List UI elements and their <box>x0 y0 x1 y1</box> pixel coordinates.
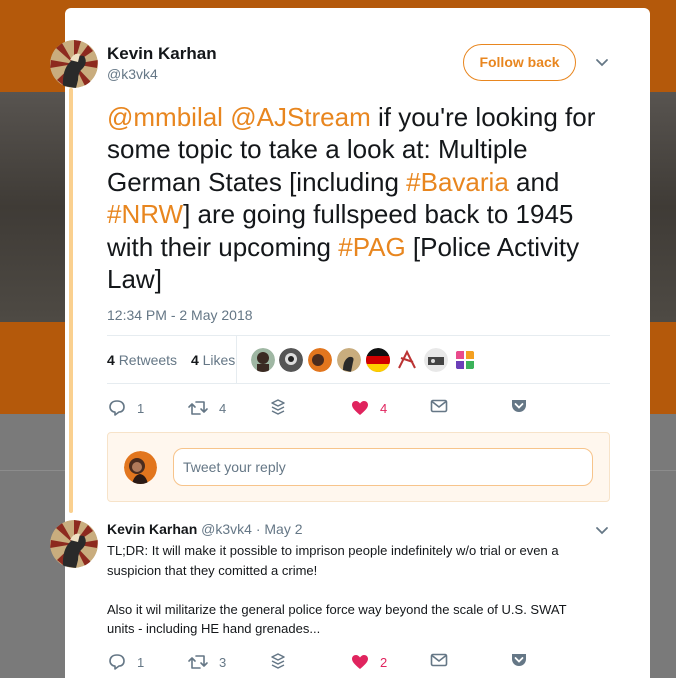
reply-author-name[interactable]: Kevin Karhan <box>107 521 197 537</box>
likes-count: 4 <box>190 352 199 368</box>
pocket-icon <box>512 400 526 412</box>
tweet-timestamp[interactable]: 12:34 PM - 2 May 2018 <box>107 307 253 323</box>
retweet-icon <box>188 401 208 415</box>
liker-avatar-7[interactable] <box>424 348 448 372</box>
liker-avatar-5[interactable] <box>366 348 390 372</box>
retweets-stat[interactable]: 4 Retweets <box>107 352 177 368</box>
thread-connector <box>69 88 73 513</box>
reply-author-avatar[interactable] <box>50 520 98 568</box>
reply-text-paragraph-2: Also it wil militarize the general polic… <box>107 601 567 637</box>
author-name[interactable]: Kevin Karhan <box>107 44 217 64</box>
user-avatar <box>124 451 157 484</box>
envelope-icon <box>430 399 448 413</box>
message-action[interactable] <box>430 398 448 414</box>
likes-label: Likes <box>202 352 236 368</box>
reply-icon <box>109 400 125 416</box>
follow-back-button[interactable]: Follow back <box>463 44 576 81</box>
retweet-count: 3 <box>219 654 227 670</box>
retweet-action[interactable]: 4 <box>187 398 226 418</box>
save-action[interactable] <box>510 652 528 668</box>
hashtag-link[interactable]: #Bavaria <box>406 167 509 197</box>
author-avatar[interactable] <box>50 40 98 88</box>
reply-action[interactable]: 1 <box>107 398 144 418</box>
liker-avatar-3[interactable] <box>308 348 332 372</box>
save-action[interactable] <box>510 398 528 414</box>
stats-divider-top <box>107 335 610 336</box>
liker-avatar-4[interactable] <box>337 348 361 372</box>
mention-link[interactable]: @mmbilal <box>107 102 223 132</box>
stack-action[interactable] <box>270 398 286 416</box>
retweet-icon <box>188 655 208 669</box>
liker-avatar-1[interactable] <box>251 348 275 372</box>
stats-divider-bottom <box>107 383 610 384</box>
retweet-action[interactable]: 3 <box>187 652 226 672</box>
like-action[interactable]: 2 <box>350 652 387 672</box>
reply-action[interactable]: 1 <box>107 652 144 672</box>
like-count: 2 <box>380 654 388 670</box>
text-segment: and <box>508 166 560 197</box>
reply-input[interactable]: Tweet your reply <box>173 448 593 486</box>
author-handle[interactable]: @k3vk4 <box>107 66 158 82</box>
retweets-count: 4 <box>107 352 115 368</box>
mention-link[interactable]: @AJStream <box>230 102 371 132</box>
chevron-down-icon[interactable] <box>595 524 609 542</box>
tweet-stats: 4 Retweets 4 Likes <box>107 352 245 368</box>
message-action[interactable] <box>430 652 448 668</box>
like-action[interactable]: 4 <box>350 398 387 418</box>
liker-avatar-8[interactable] <box>453 348 477 372</box>
reply-author-handle[interactable]: @k3vk4 <box>201 521 252 537</box>
heart-icon <box>352 401 368 415</box>
reply-date[interactable]: · May 2 <box>256 521 303 537</box>
chevron-down-icon[interactable] <box>595 56 609 75</box>
reply-count: 1 <box>137 654 145 670</box>
hashtag-link[interactable]: #NRW <box>107 199 183 229</box>
reply-count: 1 <box>137 400 145 416</box>
hashtag-link[interactable]: #PAG <box>338 232 405 262</box>
reply-text: TL;DR: It will make it possible to impri… <box>107 541 597 639</box>
like-count: 4 <box>380 400 388 416</box>
layers-icon <box>271 399 285 415</box>
stack-action[interactable] <box>270 652 286 670</box>
heart-icon <box>352 655 368 669</box>
liker-avatar-2[interactable] <box>279 348 303 372</box>
retweet-count: 4 <box>219 400 227 416</box>
liker-avatar-6[interactable] <box>395 348 419 372</box>
pocket-icon <box>512 654 526 666</box>
reply-header: Kevin Karhan @k3vk4 · May 2 <box>107 521 303 537</box>
layers-icon <box>271 653 285 669</box>
tweet-text: @mmbilal @AJStream if you're looking for… <box>107 101 607 295</box>
likes-stat[interactable]: 4 Likes <box>191 352 235 368</box>
reply-text-paragraph-1: TL;DR: It will make it possible to impri… <box>107 543 559 578</box>
stats-separator <box>236 335 237 383</box>
envelope-icon <box>430 653 448 667</box>
retweets-label: Retweets <box>118 352 178 368</box>
reply-icon <box>109 654 125 670</box>
